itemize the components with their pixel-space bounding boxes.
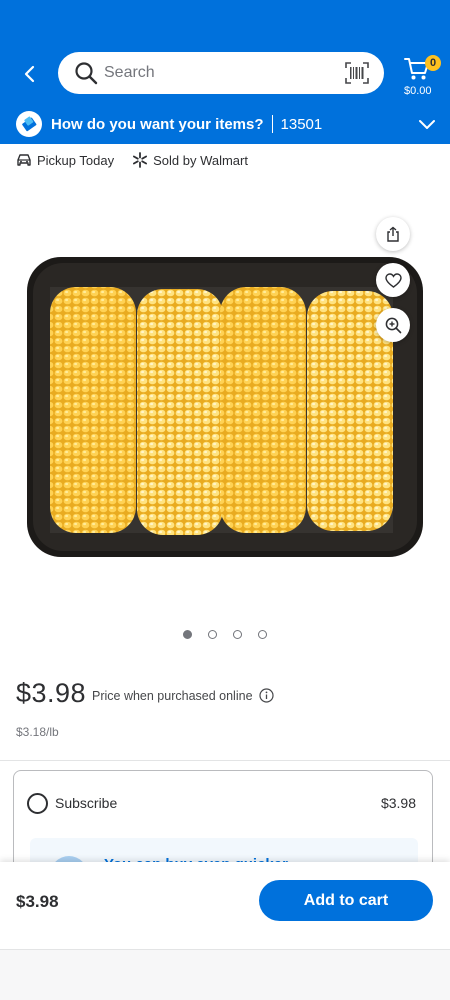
chevron-left-icon (24, 65, 35, 83)
add-to-cart-bar: $3.98 Add to cart (0, 862, 450, 950)
search-bar[interactable] (58, 52, 384, 94)
gallery-dot[interactable] (183, 630, 192, 639)
search-icon (74, 61, 98, 85)
subscribe-price: $3.98 (380, 795, 416, 811)
seller-info: Sold by Walmart (132, 152, 248, 168)
product-info-row: Pickup Today Sold by Walmart (16, 150, 266, 170)
back-button[interactable] (16, 60, 44, 88)
heart-icon (384, 272, 402, 288)
gallery-dot[interactable] (208, 630, 217, 639)
gallery-pagination (0, 630, 450, 639)
fulfillment-selector[interactable]: How do you want your items? 13501 (0, 104, 450, 144)
zoom-button[interactable] (376, 308, 410, 342)
subscribe-radio[interactable] (27, 793, 48, 814)
add-to-cart-button[interactable]: Add to cart (259, 880, 433, 921)
subscribe-label: Subscribe (55, 795, 118, 811)
gallery-dot[interactable] (233, 630, 242, 639)
fulfillment-question: How do you want your items? (51, 115, 264, 133)
share-icon (387, 226, 399, 242)
gallery-dot[interactable] (258, 630, 267, 639)
zoom-in-icon (385, 317, 401, 333)
price-note: Price when purchased online (92, 688, 274, 703)
seller-label: Sold by Walmart (153, 152, 248, 168)
spark-icon (133, 152, 148, 168)
product-price: $3.98 (16, 678, 87, 708)
share-button[interactable] (376, 217, 410, 251)
fulfillment-divider (271, 115, 273, 133)
favorite-button[interactable] (376, 263, 410, 297)
divider (0, 760, 450, 761)
cart-button[interactable]: 0 $0.00 (400, 55, 441, 97)
product-gallery[interactable] (0, 210, 450, 610)
pickup-info: Pickup Today (16, 153, 114, 168)
pickup-label: Pickup Today (37, 152, 115, 168)
footer-area (0, 950, 450, 1000)
info-icon[interactable] (258, 688, 274, 703)
fulfillment-zip: 13501 (280, 115, 323, 133)
unit-price: $3.18/lb (16, 725, 59, 739)
cart-count-badge: 0 (425, 55, 441, 71)
top-header: 0 $0.00 (0, 0, 450, 110)
search-input[interactable] (104, 58, 344, 88)
product-image[interactable] (27, 257, 423, 557)
bottom-price: $3.98 (16, 892, 59, 911)
chevron-down-icon (419, 120, 435, 129)
cart-total: $0.00 (404, 85, 432, 97)
car-icon (17, 154, 31, 166)
price-note-text: Price when purchased online (92, 688, 253, 703)
barcode-scan-icon[interactable] (344, 60, 370, 86)
fulfillment-intent-icon (16, 111, 42, 137)
